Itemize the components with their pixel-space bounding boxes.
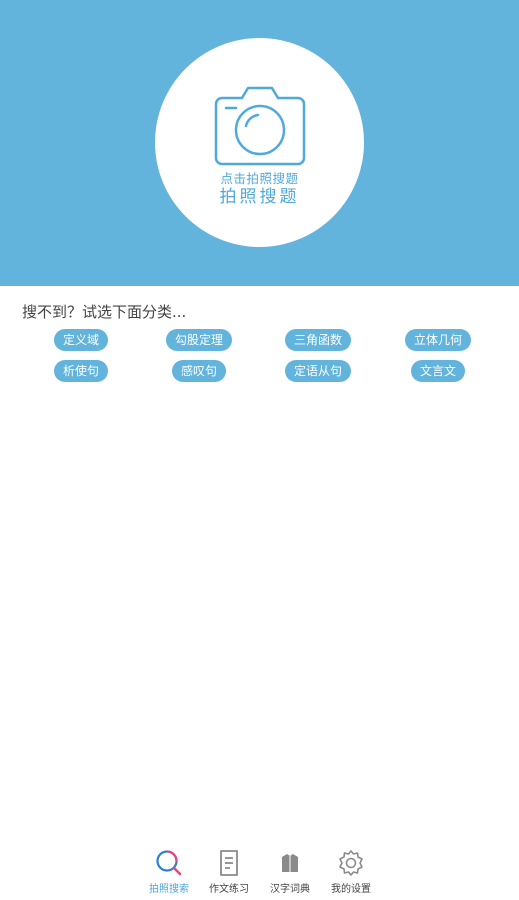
document-icon [220, 850, 238, 876]
tab-photo-search[interactable]: 拍照搜索 [141, 848, 197, 895]
tab-composition[interactable]: 作文练习 [201, 848, 257, 895]
tab-label: 作文练习 [209, 884, 249, 895]
category-chip-5[interactable]: 感叹句 [172, 360, 227, 382]
category-chip-0[interactable]: 定义域 [54, 329, 109, 351]
tab-label: 汉字词典 [270, 884, 310, 895]
camera-icon [214, 86, 306, 166]
category-chip-3[interactable]: 立体几何 [405, 329, 472, 351]
category-chip-2[interactable]: 三角函数 [285, 329, 352, 351]
category-prompt: 搜不到？试选下面分类... [22, 303, 187, 321]
category-chip-1[interactable]: 勾股定理 [166, 329, 233, 351]
tab-settings[interactable]: 我的设置 [323, 848, 379, 895]
tab-label: 我的设置 [331, 884, 371, 895]
tab-dictionary[interactable]: 汉字词典 [262, 848, 318, 895]
camera-header: 点击拍照搜题 拍照搜题 [0, 0, 519, 286]
gear-icon [339, 850, 363, 876]
photo-search-title: 拍照搜题 [219, 187, 300, 207]
book-icon [282, 854, 298, 872]
bottom-tab-bar: 拍照搜索 作文练习 汉字词典 我的设置 [0, 840, 519, 900]
category-chip-7[interactable]: 文言文 [411, 360, 466, 382]
photo-search-button[interactable]: 点击拍照搜题 拍照搜题 [155, 38, 364, 247]
category-chip-6[interactable]: 定语从句 [285, 360, 352, 382]
category-chip-4[interactable]: 析使句 [54, 360, 109, 382]
magnifier-icon [156, 850, 182, 876]
tab-label: 拍照搜索 [149, 884, 189, 895]
